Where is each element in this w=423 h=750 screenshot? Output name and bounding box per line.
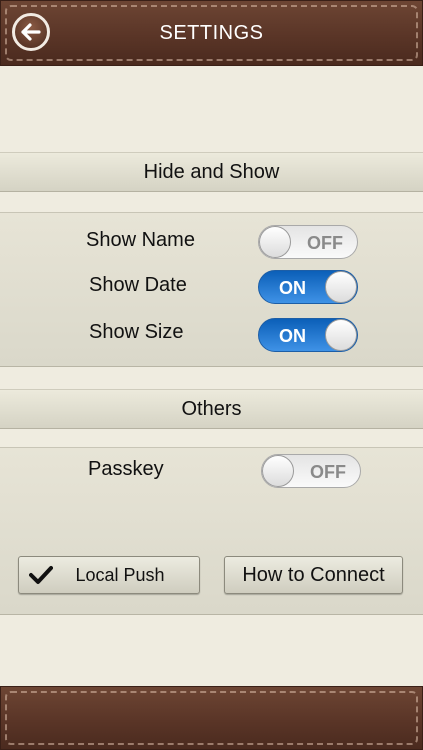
local-push-button[interactable]: Local Push [18,556,200,594]
show-name-label: Show Name [86,229,195,251]
others-panel: Passkey OFF Local Push How to Connect [0,447,423,615]
show-name-toggle[interactable]: OFF [258,225,358,259]
bottom-bar [0,686,423,750]
local-push-label: Local Push [75,564,165,585]
how-to-connect-button[interactable]: How to Connect [224,556,403,594]
show-date-label: Show Date [89,274,187,296]
checkmark-icon [29,566,53,584]
toggle-state-text: OFF [310,462,346,482]
toggle-knob [259,226,291,258]
show-size-label: Show Size [89,321,184,343]
section-header-others: Others [0,389,423,429]
passkey-toggle[interactable]: OFF [261,454,361,488]
section-header-hide-show: Hide and Show [0,152,423,192]
show-size-toggle[interactable]: ON [258,318,358,352]
toggle-knob [325,319,357,351]
toggle-state-text: ON [279,326,306,346]
show-date-toggle[interactable]: ON [258,270,358,304]
toggle-knob [262,455,294,487]
toggle-state-text: ON [279,278,306,298]
hide-show-panel: Show Name OFF Show Date ON Show Size ON [0,212,423,367]
toggle-knob [325,271,357,303]
toggle-state-text: OFF [307,233,343,253]
page-title: SETTINGS [159,22,264,44]
passkey-label: Passkey [88,458,164,480]
how-to-connect-label: How to Connect [242,563,385,586]
